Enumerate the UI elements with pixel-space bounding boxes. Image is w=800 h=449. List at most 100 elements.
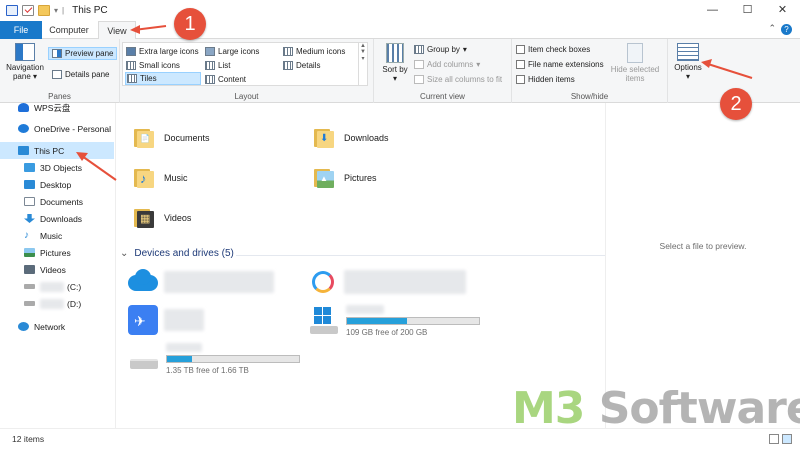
panes-group: Navigation pane ▾ Preview pane Details p… xyxy=(0,39,120,103)
customize-toolbar-icon[interactable]: ▾ xyxy=(54,6,58,15)
step-1-badge: 1 xyxy=(174,8,206,40)
hide-selected-items-button[interactable]: Hide selected items xyxy=(610,43,660,83)
navigation-pane-button[interactable]: Navigation pane ▾ xyxy=(4,43,46,81)
content-icon xyxy=(205,75,215,84)
help-icon[interactable]: ? xyxy=(781,24,792,35)
watermark-software: Software xyxy=(584,383,800,434)
details-pane-button[interactable]: Details pane xyxy=(52,68,109,81)
sidebar-item-label: 3D Objects xyxy=(40,162,83,173)
details-view-icon[interactable] xyxy=(769,434,779,444)
layout-small-icons[interactable]: Small icons xyxy=(126,59,180,72)
options-button[interactable]: Options ▾ xyxy=(670,43,706,81)
list-icon xyxy=(205,61,215,70)
folder-music[interactable]: ♪ Music xyxy=(134,167,188,189)
sidebar-item-label: (C:) xyxy=(67,281,82,292)
baidu-drive-icon xyxy=(306,267,338,299)
checkbox[interactable] xyxy=(516,60,525,69)
folder-pictures[interactable]: ▲ Pictures xyxy=(314,167,377,189)
checkbox[interactable] xyxy=(516,45,525,54)
quick-access-toolbar: ▾ | xyxy=(6,5,64,16)
layout-extra-large-icons[interactable]: Extra large icons xyxy=(126,45,199,58)
devices-drives-header[interactable]: ⌄ Devices and drives (5) xyxy=(120,248,706,259)
layout-option-label: Large icons xyxy=(218,47,260,56)
layout-list[interactable]: List xyxy=(205,59,230,72)
folder-name: Music xyxy=(164,173,188,183)
folder-documents[interactable]: 📄 Documents xyxy=(134,127,210,149)
hidden-items-toggle[interactable]: Hidden items xyxy=(516,73,575,86)
sidebar-item-wps[interactable]: WPS云盘 xyxy=(18,99,132,116)
ribbon-tabs: File Computer View ⌃ ? xyxy=(0,21,800,40)
sidebar-item-onedrive[interactable]: OneDrive - Personal xyxy=(18,120,132,137)
hide-selected-label: Hide selected items xyxy=(610,65,660,83)
tab-computer[interactable]: Computer xyxy=(42,21,96,39)
window-title: This PC xyxy=(72,5,108,16)
minimize-button[interactable]: — xyxy=(695,0,730,21)
item-count: 12 items xyxy=(12,434,45,444)
item-check-boxes-label: Item check boxes xyxy=(528,45,591,54)
folder-downloads[interactable]: ⬇ Downloads xyxy=(314,127,389,149)
new-folder-icon[interactable] xyxy=(38,5,50,16)
layout-option-label: List xyxy=(218,61,231,70)
layout-details[interactable]: Details xyxy=(283,59,320,72)
redacted-label xyxy=(40,298,64,309)
drive-tile-c[interactable]: 109 GB free of 200 GB xyxy=(308,305,480,337)
group-by-button[interactable]: Group by ▾ xyxy=(414,43,467,56)
layout-medium-icons[interactable]: Medium icons xyxy=(283,45,345,58)
section-title: Devices and drives (5) xyxy=(134,248,234,259)
medium-icons-icon xyxy=(283,47,293,56)
add-columns-button[interactable]: Add columns ▾ xyxy=(414,58,480,71)
sidebar-item-label: Downloads xyxy=(40,213,83,224)
watermark-m3: M3 xyxy=(512,383,585,434)
drive-icon xyxy=(24,301,35,306)
drive-tile-cloud[interactable] xyxy=(126,267,274,299)
maximize-button[interactable]: ☐ xyxy=(730,0,765,21)
drive-tile-d[interactable]: 1.35 TB free of 1.66 TB xyxy=(128,343,300,375)
redacted-drive-name xyxy=(164,309,204,331)
drive-free-space: 109 GB free of 200 GB xyxy=(346,328,428,337)
tab-file[interactable]: File xyxy=(0,21,42,39)
sidebar-item-label: WPS云盘 xyxy=(34,102,71,113)
sort-by-button[interactable]: Sort by ▾ xyxy=(380,43,410,83)
sort-by-label: Sort by xyxy=(382,65,408,74)
layout-tiles[interactable]: Tiles xyxy=(125,72,201,85)
small-icons-icon xyxy=(126,61,136,70)
sidebar-item-this-pc[interactable]: This PC xyxy=(0,142,114,159)
navigation-pane: WPS云盘 OneDrive - Personal This PC 3D Obj… xyxy=(0,103,116,428)
options-group: Options ▾ xyxy=(668,39,708,103)
sidebar-item-network[interactable]: Network xyxy=(18,318,132,335)
drive-tile-baidu[interactable] xyxy=(306,267,466,299)
current-view-group-label: Current view xyxy=(420,92,465,101)
layout-content[interactable]: Content xyxy=(205,73,246,86)
document-icon xyxy=(24,197,35,206)
picture-icon xyxy=(24,248,35,257)
layout-option-label: Small icons xyxy=(139,61,180,70)
computer-icon xyxy=(6,5,18,16)
show-hide-group: Item check boxes File name extensions Hi… xyxy=(512,39,668,103)
layout-large-icons[interactable]: Large icons xyxy=(205,45,259,58)
drive-tile-app[interactable]: ✈ xyxy=(126,305,204,337)
collapse-ribbon-icon[interactable]: ⌃ xyxy=(768,23,776,34)
large-icons-icon xyxy=(205,47,215,56)
folder-name: Documents xyxy=(164,133,210,143)
checkbox[interactable] xyxy=(516,75,525,84)
folder-videos[interactable]: ▦ Videos xyxy=(134,207,191,229)
hide-selected-icon xyxy=(627,43,643,63)
redacted-drive-name xyxy=(346,305,384,314)
size-columns-button[interactable]: Size all columns to fit xyxy=(414,73,502,86)
folder-name: Downloads xyxy=(344,133,389,143)
details-pane-icon xyxy=(52,70,62,79)
close-button[interactable]: ✕ xyxy=(765,0,800,21)
file-name-extensions-toggle[interactable]: File name extensions xyxy=(516,58,604,71)
redacted-drive-name xyxy=(164,271,274,293)
sidebar-item-label: This PC xyxy=(34,145,65,156)
details-icon xyxy=(283,61,293,70)
item-check-boxes-toggle[interactable]: Item check boxes xyxy=(516,43,590,56)
tab-view[interactable]: View xyxy=(98,21,136,40)
layout-gallery-scrollbar[interactable]: ▲ ▼ ▾ xyxy=(358,43,367,85)
sidebar-item-label: (D:) xyxy=(67,298,82,309)
properties-icon[interactable] xyxy=(22,5,34,16)
navigation-pane-label: Navigation pane xyxy=(6,63,44,81)
preview-pane-button[interactable]: Preview pane xyxy=(48,47,118,60)
details-pane-label: Details pane xyxy=(65,70,110,79)
large-icons-view-icon[interactable] xyxy=(782,434,792,444)
